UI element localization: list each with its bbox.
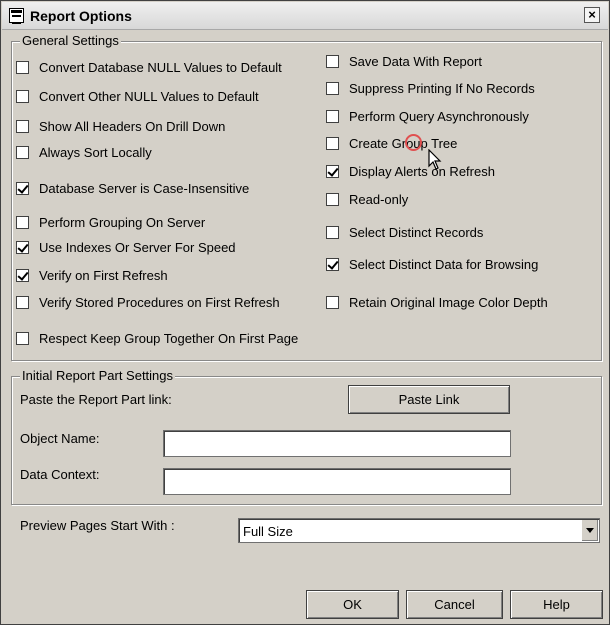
checkbox-convert-other-null-values-to-default[interactable]: Convert Other NULL Values to Default [16, 89, 259, 104]
checkbox-label: Read-only [349, 192, 409, 207]
checkbox-unchecked-icon[interactable] [326, 110, 339, 123]
general-settings-label: General Settings [20, 33, 121, 48]
checkbox-unchecked-icon[interactable] [326, 296, 339, 309]
checkbox-unchecked-icon[interactable] [326, 137, 339, 150]
checkbox-label: Suppress Printing If No Records [349, 81, 535, 96]
checkbox-unchecked-icon[interactable] [16, 146, 29, 159]
paste-link-label: Paste the Report Part link: [20, 392, 172, 407]
checkbox-label: Always Sort Locally [39, 145, 152, 160]
cancel-button-label: Cancel [434, 597, 475, 612]
preview-pages-label: Preview Pages Start With : [20, 518, 175, 533]
checkbox-label: Save Data With Report [349, 54, 482, 69]
data-context-input[interactable] [163, 468, 511, 495]
checkbox-label: Perform Grouping On Server [39, 215, 206, 230]
checkbox-label: Show All Headers On Drill Down [39, 119, 226, 134]
checkbox-select-distinct-data-for-browsing[interactable]: Select Distinct Data for Browsing [326, 257, 538, 272]
checkbox-perform-grouping-on-server[interactable]: Perform Grouping On Server [16, 215, 205, 230]
checkbox-unchecked-icon[interactable] [326, 193, 339, 206]
checkbox-label: Convert Database NULL Values to Default [39, 60, 282, 75]
checkbox-label: Display Alerts on Refresh [349, 164, 495, 179]
checkbox-label: Use Indexes Or Server For Speed [39, 240, 236, 255]
chevron-down-icon[interactable] [581, 520, 598, 541]
help-button[interactable]: Help [510, 590, 603, 619]
checkbox-database-server-is-case-insensitive[interactable]: Database Server is Case-Insensitive [16, 181, 249, 196]
checkbox-display-alerts-on-refresh[interactable]: Display Alerts on Refresh [326, 164, 495, 179]
data-context-label: Data Context: [20, 467, 100, 482]
window-title: Report Options [30, 8, 132, 24]
checkbox-unchecked-icon[interactable] [16, 216, 29, 229]
checkbox-checked-icon[interactable] [16, 269, 29, 282]
title-bar: Report Options × [2, 2, 608, 30]
click-indicator-icon [405, 134, 422, 151]
checkbox-use-indexes-or-server-for-speed[interactable]: Use Indexes Or Server For Speed [16, 240, 236, 255]
checkbox-read-only[interactable]: Read-only [326, 192, 408, 207]
checkbox-label: Database Server is Case-Insensitive [39, 181, 250, 196]
checkbox-checked-icon[interactable] [326, 165, 339, 178]
checkbox-unchecked-icon[interactable] [16, 332, 29, 345]
checkbox-label: Verify Stored Procedures on First Refres… [39, 295, 280, 310]
checkbox-unchecked-icon[interactable] [16, 296, 29, 309]
checkbox-save-data-with-report[interactable]: Save Data With Report [326, 54, 482, 69]
checkbox-unchecked-icon[interactable] [326, 226, 339, 239]
checkbox-unchecked-icon[interactable] [326, 82, 339, 95]
mouse-pointer-icon [428, 149, 442, 170]
ok-button-label: OK [343, 597, 362, 612]
checkbox-unchecked-icon[interactable] [16, 120, 29, 133]
checkbox-show-all-headers-on-drill-down[interactable]: Show All Headers On Drill Down [16, 119, 225, 134]
report-part-label: Initial Report Part Settings [20, 368, 176, 383]
checkbox-verify-stored-procedures-on-first-refresh[interactable]: Verify Stored Procedures on First Refres… [16, 295, 280, 310]
checkbox-unchecked-icon[interactable] [326, 55, 339, 68]
paste-link-button-label: Paste Link [398, 392, 460, 407]
checkbox-unchecked-icon[interactable] [16, 61, 29, 74]
checkbox-convert-database-null-values-to-default[interactable]: Convert Database NULL Values to Default [16, 60, 282, 75]
object-name-label: Object Name: [20, 431, 100, 446]
checkbox-suppress-printing-if-no-records[interactable]: Suppress Printing If No Records [326, 81, 535, 96]
paste-link-button[interactable]: Paste Link [348, 385, 510, 414]
preview-pages-select[interactable]: Full Size [238, 518, 600, 543]
checkbox-always-sort-locally[interactable]: Always Sort Locally [16, 145, 152, 160]
close-button[interactable]: × [584, 7, 600, 23]
ok-button[interactable]: OK [306, 590, 399, 619]
object-name-input[interactable] [163, 430, 511, 457]
checkbox-respect-keep-group-together-on-first-page[interactable]: Respect Keep Group Together On First Pag… [16, 331, 298, 346]
checkbox-label: Respect Keep Group Together On First Pag… [39, 331, 299, 346]
cancel-button[interactable]: Cancel [406, 590, 503, 619]
preview-pages-value: Full Size [243, 524, 293, 539]
checkbox-unchecked-icon[interactable] [16, 90, 29, 103]
checkbox-label: Select Distinct Records [349, 225, 484, 240]
checkbox-verify-on-first-refresh[interactable]: Verify on First Refresh [16, 268, 168, 283]
checkbox-retain-original-image-color-depth[interactable]: Retain Original Image Color Depth [326, 295, 548, 310]
checkbox-checked-icon[interactable] [326, 258, 339, 271]
checkbox-checked-icon[interactable] [16, 241, 29, 254]
checkbox-label: Retain Original Image Color Depth [349, 295, 548, 310]
checkbox-checked-icon[interactable] [16, 182, 29, 195]
app-icon [9, 8, 24, 24]
checkbox-perform-query-asynchronously[interactable]: Perform Query Asynchronously [326, 109, 529, 124]
report-options-dialog: Report Options × General Settings Conver… [0, 0, 610, 625]
checkbox-label: Convert Other NULL Values to Default [39, 89, 259, 104]
help-button-label: Help [543, 597, 570, 612]
checkbox-label: Verify on First Refresh [39, 268, 168, 283]
checkbox-select-distinct-records[interactable]: Select Distinct Records [326, 225, 483, 240]
checkbox-label: Select Distinct Data for Browsing [349, 257, 539, 272]
checkbox-label: Perform Query Asynchronously [349, 109, 529, 124]
